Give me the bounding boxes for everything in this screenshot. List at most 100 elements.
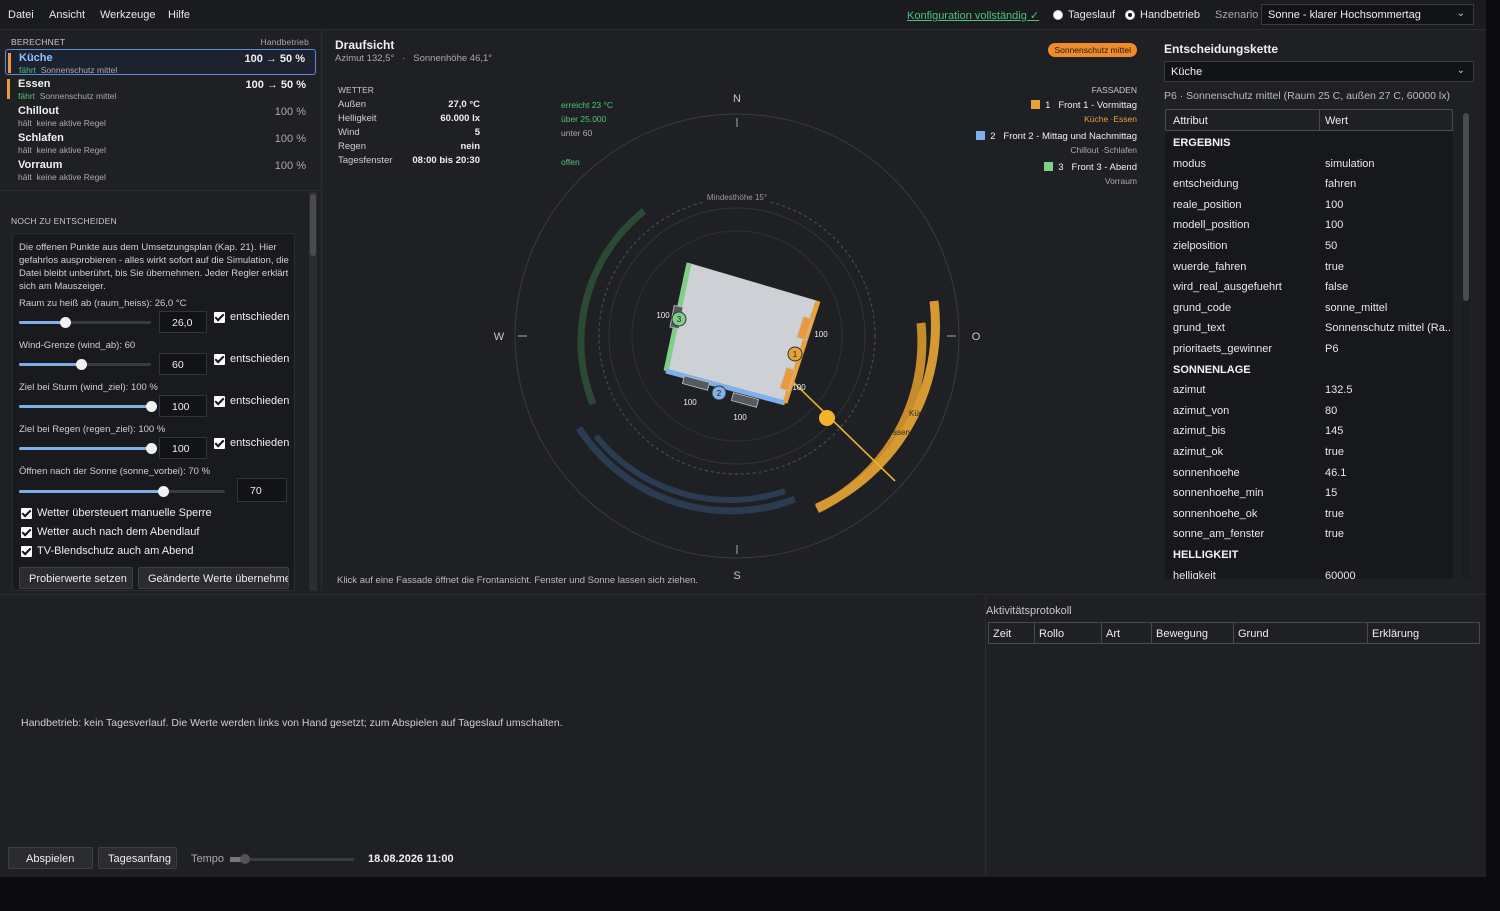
- menu-ansicht[interactable]: Ansicht: [49, 9, 85, 21]
- check-wind-ziel[interactable]: entschieden: [214, 395, 289, 407]
- attribute-group-header[interactable]: ERGEBNIS: [1165, 133, 1453, 153]
- check-label: entschieden: [230, 395, 290, 407]
- log-col-grund[interactable]: Grund: [1238, 628, 1269, 640]
- check-wetter-sperre[interactable]: Wetter übersteuert manuelle Sperre: [21, 507, 212, 519]
- checkmark-icon: [21, 526, 32, 538]
- input-raum-heiss[interactable]: 26,0: [159, 311, 207, 333]
- mode-message: Handbetrieb: kein Tagesverlauf. Die Wert…: [21, 717, 563, 729]
- attribute-row[interactable]: wuerde_fahren true: [1165, 257, 1453, 277]
- attribute-row[interactable]: grund_code sonne_mittel: [1165, 298, 1453, 318]
- slider-knob[interactable]: [146, 401, 157, 412]
- menu-datei[interactable]: Datei: [8, 9, 34, 21]
- slider-label-regen-ziel: Ziel bei Regen (regen_ziel): 100 %: [19, 424, 166, 435]
- attribute-row[interactable]: azimut_ok true: [1165, 442, 1453, 462]
- attribute-row[interactable]: sonnenhoehe_ok true: [1165, 504, 1453, 524]
- slider-knob[interactable]: [158, 486, 170, 497]
- col-wert[interactable]: Wert: [1325, 115, 1348, 127]
- input-regen-ziel[interactable]: 100: [159, 437, 207, 459]
- room-status: fährt Sonnenschutz mittel: [19, 65, 118, 75]
- attribute-row[interactable]: azimut_von 80: [1165, 401, 1453, 421]
- top-view-diagram[interactable]: N S W O Mindesthöhe 15° Küch ssen 100 10…: [327, 31, 1149, 591]
- timeline-panel: Handbetrieb: kein Tagesverlauf. Die Wert…: [0, 594, 982, 877]
- scroll-thumb[interactable]: [310, 194, 316, 256]
- check-label: Wetter übersteuert manuelle Sperre: [37, 507, 212, 519]
- right-scrollbar[interactable]: [1462, 111, 1470, 579]
- attribute-row[interactable]: prioritaets_gewinner P6: [1165, 339, 1453, 359]
- check-label: entschieden: [230, 437, 290, 449]
- radio-label: Tageslauf: [1068, 9, 1116, 21]
- scroll-thumb[interactable]: [1463, 113, 1469, 301]
- check-wetter-abend[interactable]: Wetter auch nach dem Abendlauf: [21, 526, 199, 538]
- left-scrollbar[interactable]: [309, 192, 317, 591]
- col-attribut[interactable]: Attribut: [1173, 115, 1208, 127]
- slider-label-wind-ab: Wind-Grenze (wind_ab): 60: [19, 340, 136, 351]
- attribute-row[interactable]: helligkeit 60000: [1165, 566, 1453, 579]
- slider-raum-heiss[interactable]: [19, 317, 151, 328]
- input-sonne-vorbei[interactable]: 70: [237, 478, 287, 502]
- input-wind-ab[interactable]: 60: [159, 353, 207, 375]
- checkmark-icon: [214, 395, 225, 407]
- check-tv-blendschutz[interactable]: TV-Blendschutz auch am Abend: [21, 545, 194, 557]
- attribute-value: 46.1: [1325, 466, 1347, 479]
- log-col-bewegung[interactable]: Bewegung: [1156, 628, 1208, 640]
- input-wind-ziel[interactable]: 100: [159, 395, 207, 417]
- slider-regen-ziel[interactable]: [19, 443, 157, 454]
- radio-tageslauf[interactable]: Tageslauf: [1053, 9, 1115, 21]
- attribute-row[interactable]: reale_position 100: [1165, 195, 1453, 215]
- slider-knob[interactable]: [60, 317, 72, 328]
- sim-datetime: 18.08.2026 11:00: [368, 853, 454, 865]
- radio-handbetrieb[interactable]: Handbetrieb: [1125, 9, 1200, 21]
- attribute-row[interactable]: wird_real_ausgefuehrt false: [1165, 277, 1453, 297]
- chevron-down-icon: ⌄: [1456, 8, 1465, 19]
- check-regen-ziel[interactable]: entschieden: [214, 437, 289, 449]
- attribute-row[interactable]: azimut_bis 145: [1165, 421, 1453, 441]
- room-select-value: Küche: [1171, 66, 1203, 78]
- scenario-select[interactable]: Sonne - klarer Hochsommertag ⌄: [1261, 4, 1474, 25]
- attribute-row[interactable]: modus simulation: [1165, 154, 1453, 174]
- log-col-art[interactable]: Art: [1106, 628, 1120, 640]
- day-start-button[interactable]: Tagesanfang: [98, 847, 177, 869]
- room-item-chillout[interactable]: Chillout hält keine aktive Regel 100 %: [5, 103, 316, 129]
- attribute-row[interactable]: sonnenhoehe_min 15: [1165, 483, 1453, 503]
- attribute-row[interactable]: entscheidung fahren: [1165, 174, 1453, 194]
- attribute-row[interactable]: sonnenhoehe 46.1: [1165, 463, 1453, 483]
- chevron-down-icon: ⌄: [1456, 65, 1465, 76]
- room-item-essen[interactable]: Essen fährt Sonnenschutz mittel 100 → 50…: [5, 76, 316, 102]
- log-col-erklaerung[interactable]: Erklärung: [1372, 628, 1419, 640]
- tempo-slider-knob[interactable]: [240, 854, 250, 864]
- attribute-row[interactable]: azimut 132.5: [1165, 380, 1453, 400]
- attribute-row[interactable]: zielposition 50: [1165, 236, 1453, 256]
- sun-handle[interactable]: [819, 410, 835, 426]
- slider-knob[interactable]: [146, 443, 157, 454]
- compass-s: S: [733, 570, 740, 582]
- attribute-row[interactable]: sonne_am_fenster true: [1165, 524, 1453, 544]
- log-col-rollo[interactable]: Rollo: [1039, 628, 1064, 640]
- room-item-schlafen[interactable]: Schlafen hält keine aktive Regel 100 %: [5, 130, 316, 156]
- facade-2-sector-arc[interactable]: [593, 434, 786, 504]
- attribute-row[interactable]: modell_position 100: [1165, 215, 1453, 235]
- top-view-panel: Draufsicht Azimut 132,5° · Sonnenhöhe 46…: [327, 31, 1149, 591]
- attribute-group-header[interactable]: SONNENLAGE: [1165, 360, 1453, 380]
- room-select[interactable]: Küche ⌄: [1164, 61, 1474, 82]
- check-wind-ab[interactable]: entschieden: [214, 353, 289, 365]
- slider-sonne-vorbei[interactable]: [19, 486, 225, 497]
- slider-wind-ab[interactable]: [19, 359, 151, 370]
- play-button[interactable]: Abspielen: [8, 847, 93, 869]
- probe-values-button[interactable]: Probierwerte setzen: [19, 567, 133, 589]
- room-item-vorraum[interactable]: Vorraum hält keine aktive Regel 100 %: [5, 157, 316, 183]
- slider-wind-ziel[interactable]: [19, 401, 157, 412]
- log-col-zeit[interactable]: Zeit: [993, 628, 1011, 640]
- room-item-kueche[interactable]: Küche fährt Sonnenschutz mittel 100 → 50…: [5, 49, 316, 75]
- attribute-name: reale_position: [1173, 198, 1242, 211]
- attribute-name: grund_code: [1173, 301, 1232, 314]
- decide-description: Die offenen Punkte aus dem Umsetzungspla…: [19, 242, 289, 292]
- check-raum-heiss[interactable]: entschieden: [214, 311, 289, 323]
- slider-label-wind-ziel: Ziel bei Sturm (wind_ziel): 100 %: [19, 382, 158, 393]
- slider-knob[interactable]: [76, 359, 88, 370]
- config-status-link[interactable]: Konfiguration vollständig ✓: [907, 9, 1039, 22]
- apply-values-button[interactable]: Geänderte Werte übernehmen: [138, 567, 289, 589]
- attribute-row[interactable]: grund_text Sonnenschutz mittel (Ra...: [1165, 318, 1453, 338]
- attribute-group-header[interactable]: HELLIGKEIT: [1165, 545, 1453, 565]
- menu-hilfe[interactable]: Hilfe: [168, 9, 190, 21]
- menu-werkzeuge[interactable]: Werkzeuge: [100, 9, 155, 21]
